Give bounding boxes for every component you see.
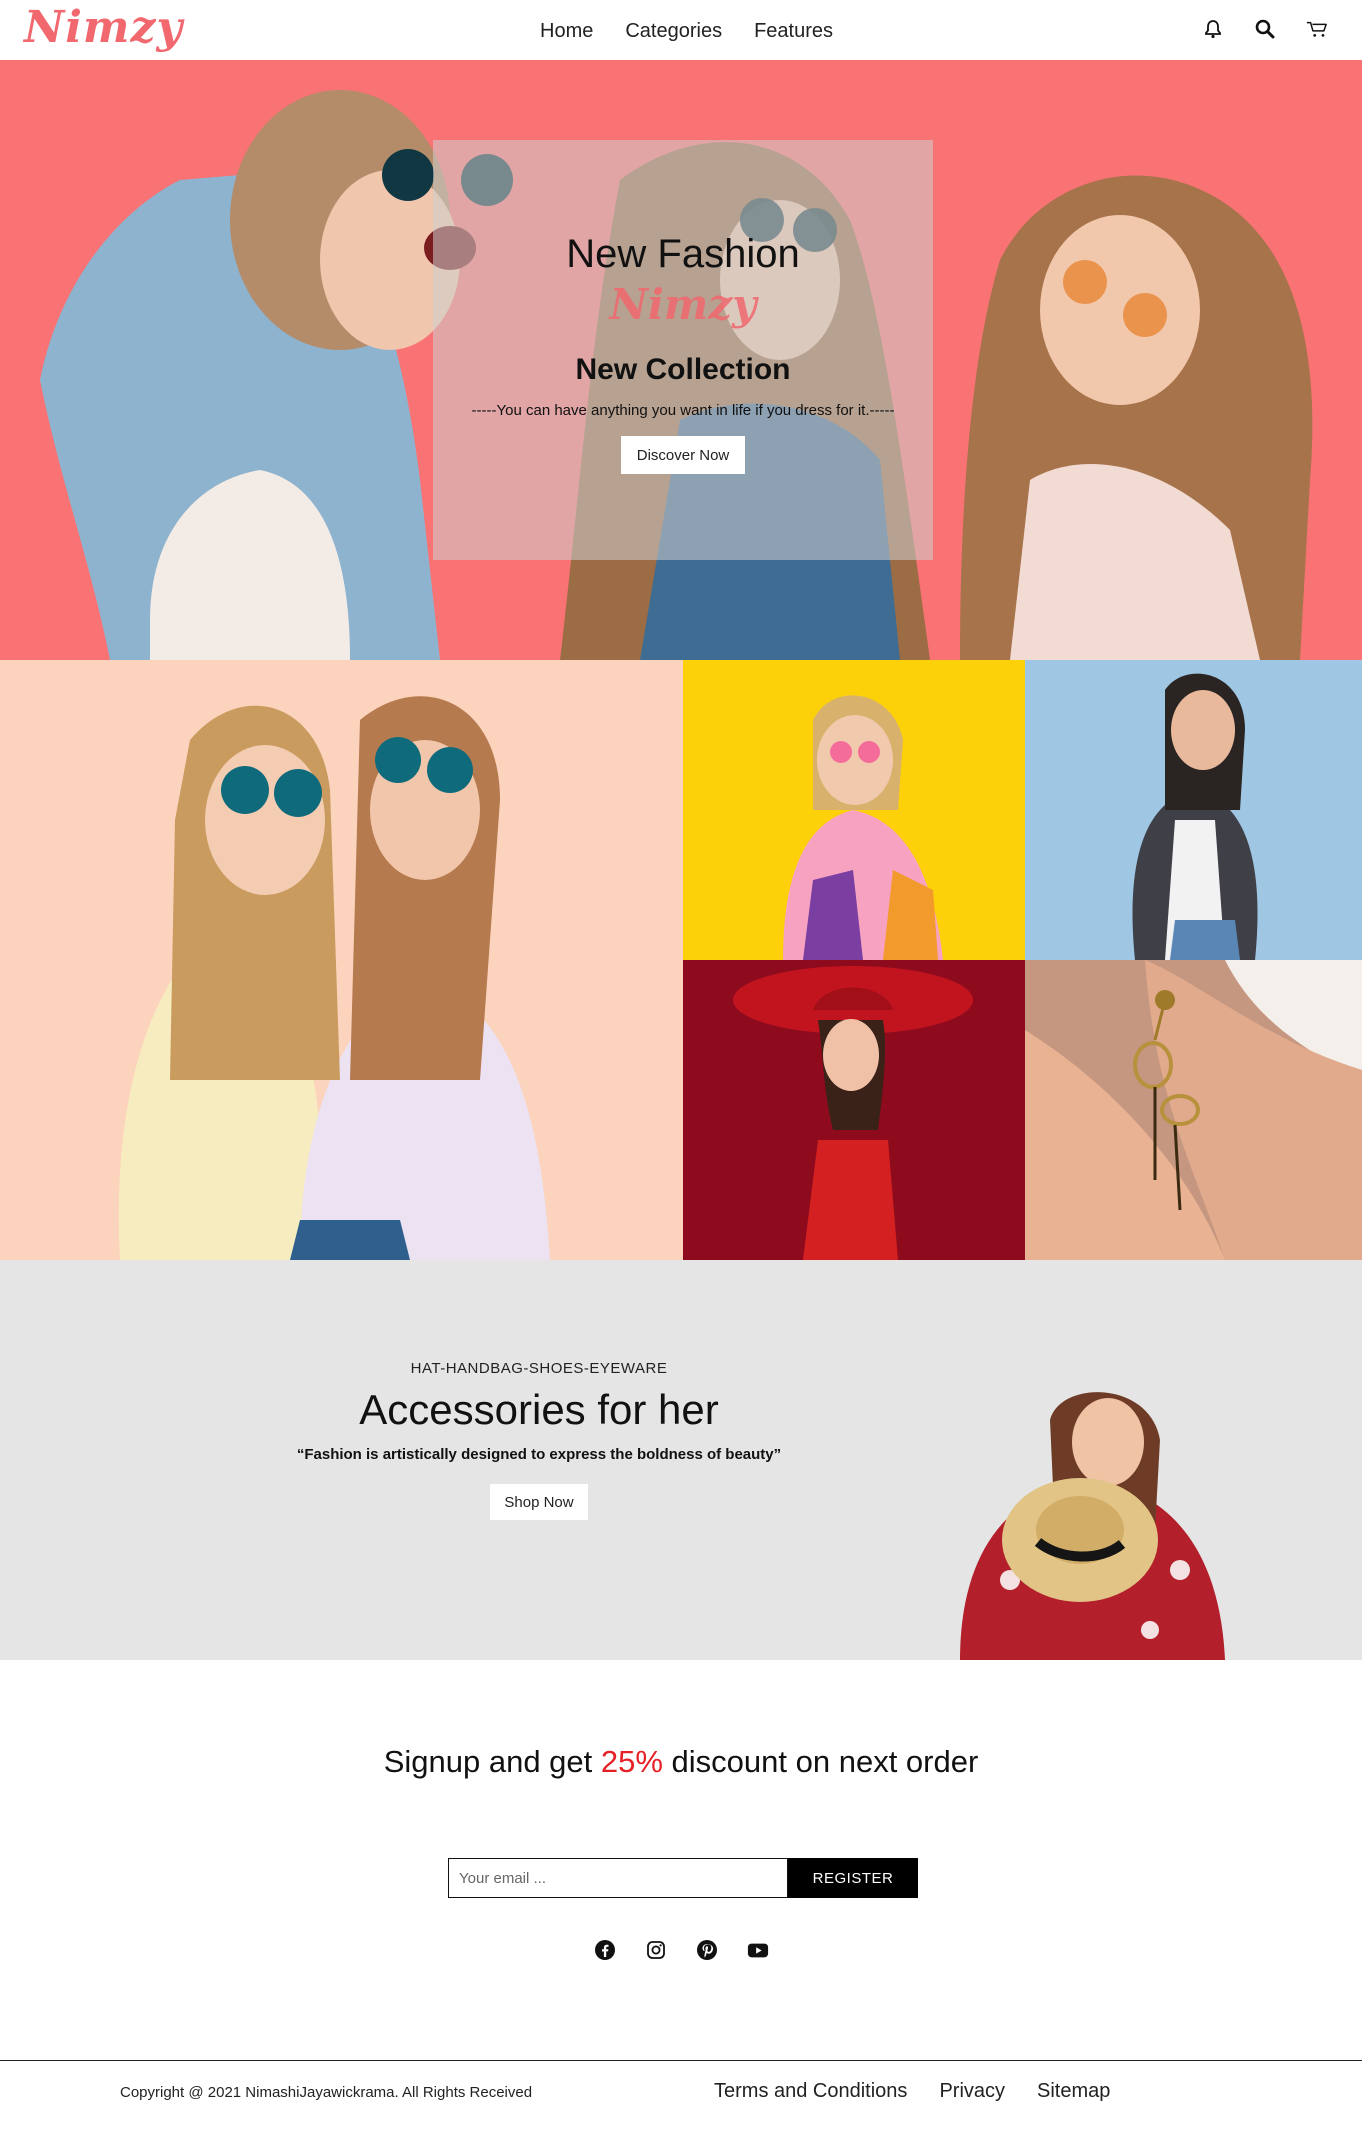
register-button[interactable]: REGISTER bbox=[788, 1858, 918, 1898]
signup-heading: Signup and get 25% discount on next orde… bbox=[381, 1740, 981, 1784]
hero-overlay-card: New Fashion Nimzy New Collection -----Yo… bbox=[433, 140, 933, 560]
footer-link-sitemap[interactable]: Sitemap bbox=[1037, 2080, 1110, 2103]
search-icon[interactable] bbox=[1254, 18, 1276, 40]
footer-divider bbox=[0, 2060, 1362, 2061]
copyright-text: Copyright @ 2021 NimashiJayawickrama. Al… bbox=[120, 2084, 533, 2101]
signup-heading-before: Signup and get bbox=[383, 1744, 601, 1779]
gallery-tile-earring[interactable] bbox=[1025, 960, 1362, 1260]
hero-banner: New Fashion Nimzy New Collection -----Yo… bbox=[0, 60, 1362, 660]
social-links bbox=[594, 1939, 769, 1961]
hero-quote: -----You can have anything you want in l… bbox=[471, 402, 895, 419]
gallery-tile-red-hat[interactable] bbox=[683, 960, 1025, 1260]
nav-features[interactable]: Features bbox=[754, 20, 833, 43]
navbar: Nimzy Home Categories Features bbox=[0, 0, 1362, 60]
bell-icon[interactable] bbox=[1202, 18, 1224, 40]
signup-discount-highlight: 25% bbox=[600, 1744, 663, 1779]
instagram-icon[interactable] bbox=[645, 1939, 667, 1961]
nav-icons bbox=[1202, 18, 1328, 40]
shop-now-button[interactable]: Shop Now bbox=[490, 1484, 588, 1520]
gallery-tile-two-women[interactable] bbox=[0, 660, 683, 1260]
hero-brand: Nimzy bbox=[609, 280, 757, 329]
gallery-tile-blue[interactable] bbox=[1025, 660, 1362, 960]
email-input[interactable] bbox=[448, 1858, 788, 1898]
footer-link-terms[interactable]: Terms and Conditions bbox=[714, 2080, 907, 2103]
pinterest-icon[interactable] bbox=[696, 1939, 718, 1961]
signup-form: REGISTER bbox=[448, 1858, 918, 1898]
accessories-title: Accessories for her bbox=[359, 1386, 719, 1433]
nav-categories[interactable]: Categories bbox=[625, 20, 722, 43]
main-nav: Home Categories Features bbox=[540, 20, 833, 43]
footer-link-privacy[interactable]: Privacy bbox=[939, 2080, 1005, 2103]
accessories-section: HAT-HANDBAG-SHOES-EYEWARE Accessories fo… bbox=[0, 1260, 1362, 1660]
brand-logo[interactable]: Nimzy bbox=[24, 2, 183, 53]
hero-subtitle: New Collection bbox=[575, 353, 791, 386]
hero-title: New Fashion bbox=[566, 232, 800, 276]
gallery-tile-yellow[interactable] bbox=[683, 660, 1025, 960]
discover-now-button[interactable]: Discover Now bbox=[621, 436, 745, 474]
signup-heading-after: discount on next order bbox=[662, 1744, 979, 1779]
gallery-grid bbox=[0, 660, 1362, 1260]
accessories-quote: “Fashion is artistically designed to exp… bbox=[296, 1446, 782, 1463]
accessories-kicker: HAT-HANDBAG-SHOES-EYEWARE bbox=[410, 1360, 668, 1377]
youtube-icon[interactable] bbox=[747, 1939, 769, 1961]
accessories-model-photo bbox=[960, 1392, 1225, 1660]
cart-icon[interactable] bbox=[1306, 18, 1328, 40]
facebook-icon[interactable] bbox=[594, 1939, 616, 1961]
nav-home[interactable]: Home bbox=[540, 20, 593, 43]
footer-links: Terms and Conditions Privacy Sitemap bbox=[714, 2080, 1110, 2103]
